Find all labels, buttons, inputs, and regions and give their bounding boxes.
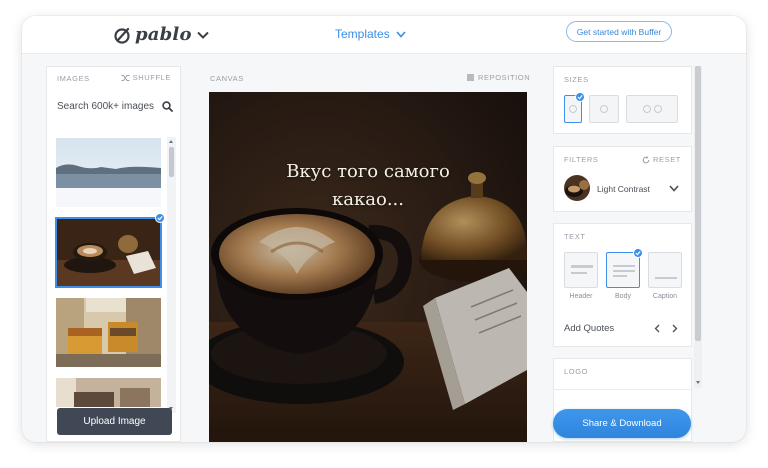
search-placeholder: Search 600k+ images xyxy=(57,100,155,112)
chevron-down-icon xyxy=(396,30,406,38)
sizes-section: SIZES xyxy=(553,66,692,134)
sizes-title: SIZES xyxy=(564,75,589,84)
shuffle-button[interactable]: SHUFFLE xyxy=(121,73,171,82)
shuffle-icon xyxy=(121,74,130,81)
text-style-header-label: Header xyxy=(569,293,593,300)
size-option-facebook-twitter[interactable] xyxy=(626,95,678,123)
settings-scrollbar[interactable] xyxy=(694,66,702,388)
search-icon xyxy=(162,100,173,112)
canvas-quote-text[interactable]: Вкус того самого какао... xyxy=(209,158,527,214)
images-scrollbar[interactable] xyxy=(167,137,176,413)
size-option-instagram[interactable] xyxy=(589,95,619,123)
chevron-down-icon xyxy=(196,31,209,39)
selected-check-icon xyxy=(155,213,165,223)
text-style-header[interactable] xyxy=(564,252,598,288)
reposition-button[interactable]: REPOSITION xyxy=(467,73,530,82)
reset-icon xyxy=(642,155,650,163)
reset-label: RESET xyxy=(652,155,681,164)
image-thumbnail-tram[interactable] xyxy=(56,298,161,367)
reposition-label: REPOSITION xyxy=(478,73,531,82)
upload-image-button[interactable]: Upload Image xyxy=(57,408,172,435)
images-panel: IMAGES SHUFFLE Search 600k+ images Uploa… xyxy=(46,66,181,442)
text-section: TEXT Header Body Caption Add Quotes xyxy=(553,223,692,347)
chevron-right-icon[interactable] xyxy=(672,324,678,333)
filter-preview-thumbnail[interactable] xyxy=(564,175,590,201)
chevron-left-icon[interactable] xyxy=(654,324,660,333)
image-search-input[interactable]: Search 600k+ images xyxy=(57,98,173,114)
canvas-text-line-1: Вкус того самого xyxy=(286,161,450,182)
canvas-title: CANVAS xyxy=(210,74,244,83)
facebook-icon xyxy=(642,105,651,113)
logo-title: LOGO xyxy=(564,367,589,376)
instagram-icon xyxy=(600,105,608,113)
chevron-down-icon[interactable] xyxy=(669,185,679,192)
text-style-caption-label: Caption xyxy=(652,293,678,300)
design-canvas[interactable]: Вкус того самого какао... xyxy=(209,92,527,442)
filter-selected-name[interactable]: Light Contrast xyxy=(597,184,650,194)
add-quotes-label[interactable]: Add Quotes xyxy=(564,323,614,334)
shuffle-label: SHUFFLE xyxy=(132,73,171,82)
text-title: TEXT xyxy=(564,232,586,241)
images-title: IMAGES xyxy=(57,74,90,83)
image-thumbnail-room[interactable] xyxy=(56,378,161,407)
share-download-button[interactable]: Share & Download xyxy=(553,409,691,438)
pablo-logo[interactable]: pablo xyxy=(112,24,209,45)
canvas-background-image xyxy=(209,92,527,442)
filters-section: FILTERS RESET Light Contrast xyxy=(553,146,692,212)
pablo-logo-icon xyxy=(114,27,130,44)
top-bar: pablo Templates Get started with Buffer xyxy=(22,16,746,54)
canvas-text-line-2: какао... xyxy=(332,189,404,210)
get-started-button[interactable]: Get started with Buffer xyxy=(566,21,672,42)
reset-filters-button[interactable]: RESET xyxy=(642,155,681,164)
filters-title: FILTERS xyxy=(564,155,599,164)
selected-check-icon xyxy=(575,92,585,102)
templates-label: Templates xyxy=(335,27,390,41)
text-style-caption[interactable] xyxy=(648,252,682,288)
logo-text: pablo xyxy=(135,24,192,45)
twitter-icon xyxy=(653,105,662,113)
pinterest-icon xyxy=(569,105,577,113)
app-window: pablo Templates Get started with Buffer … xyxy=(22,16,746,442)
image-thumbnail-lake[interactable] xyxy=(56,138,161,207)
selected-check-icon xyxy=(633,248,643,258)
reposition-icon xyxy=(467,74,474,81)
templates-menu[interactable]: Templates xyxy=(335,27,406,41)
text-style-body-label: Body xyxy=(615,293,631,300)
image-thumbnail-coffee[interactable] xyxy=(55,217,162,288)
